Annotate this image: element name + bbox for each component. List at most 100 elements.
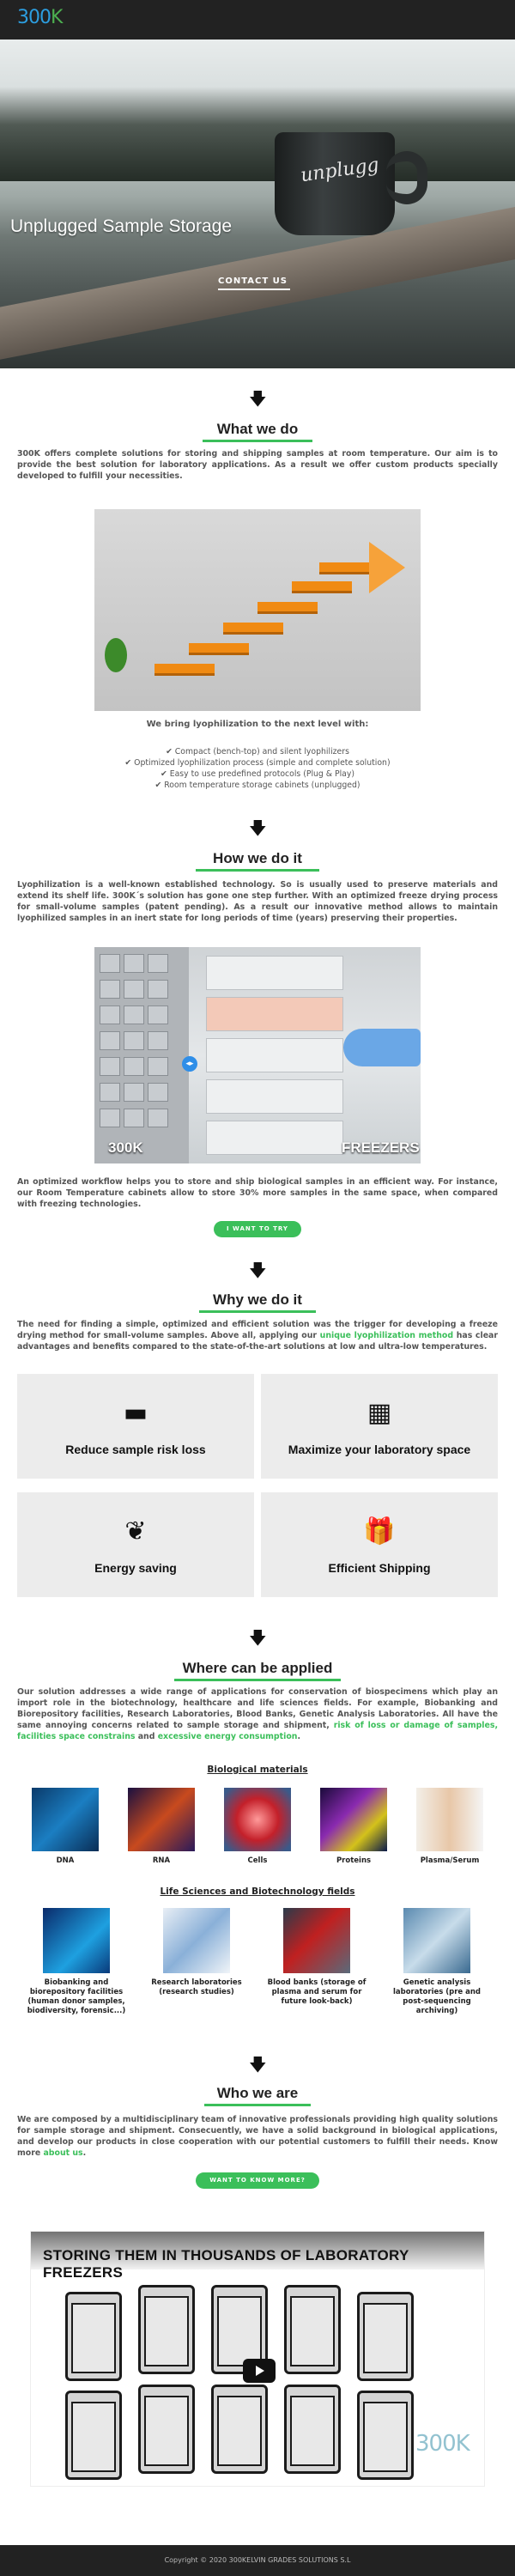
- cabinet-drawer: [100, 1031, 120, 1050]
- cabinet-drawer: [100, 1083, 120, 1102]
- cabinet-drawer: [124, 980, 144, 999]
- how-we-do-it-paragraph: Lyophilization is a well-known establish…: [17, 880, 498, 923]
- field-caption: Blood banks (storage of plasma and serum…: [267, 1978, 367, 2006]
- cabinet-drawer: [148, 1005, 168, 1024]
- logo-text-k: K: [51, 7, 63, 28]
- heading-underline: [199, 1310, 316, 1313]
- cabinet-drawer: [148, 1083, 168, 1102]
- freezer-box: [206, 997, 343, 1031]
- site-logo[interactable]: 300K: [17, 7, 63, 28]
- logo-text-3: 3: [17, 7, 29, 28]
- arrow-down-icon: 🡇: [249, 388, 267, 409]
- field-caption: Biobanking and biorepository facilities …: [27, 1978, 126, 2015]
- i-want-to-try-button[interactable]: I WANT TO TRY: [214, 1221, 301, 1237]
- material-tile: DNA: [27, 1788, 103, 1866]
- field-tile: Research laboratories (research studies): [142, 1908, 251, 1997]
- freezer-box: [206, 1038, 343, 1072]
- archive-box-icon: ▬: [123, 1398, 148, 1428]
- what-we-do-heading: What we do: [216, 421, 299, 437]
- material-caption: Cells: [247, 1856, 268, 1865]
- video-watermark-logo: 300K: [415, 2431, 470, 2457]
- how-we-do-it-heading: How we do it: [213, 850, 302, 866]
- video-title[interactable]: STORING THEM IN THOUSANDS OF LABORATORY …: [43, 2247, 484, 2281]
- heading-underline: [204, 2104, 311, 2106]
- freezer-illustration: [284, 2285, 341, 2374]
- field-caption: Research laboratories (research studies): [151, 1978, 242, 1996]
- genetic-analysis-image: [403, 1908, 470, 1973]
- heading-underline: [196, 869, 319, 872]
- freezer-box: [206, 1079, 343, 1114]
- embedded-video[interactable]: STORING THEM IN THOUSANDS OF LABORATORY …: [30, 2231, 485, 2487]
- field-tile: Genetic analysis laboratories (pre and p…: [383, 1908, 491, 2016]
- material-tile: Proteins: [316, 1788, 391, 1866]
- want-to-know-more-button[interactable]: WANT TO KNOW MORE?: [196, 2172, 319, 2189]
- field-tile: Biobanking and biorepository facilities …: [22, 1908, 130, 2016]
- hero-forest-background: [0, 87, 515, 181]
- contact-us-button[interactable]: CONTACT US: [218, 276, 288, 286]
- contact-us-underline: [218, 289, 290, 290]
- cabinet-drawer: [100, 980, 120, 999]
- field-caption: Genetic analysis laboratories (pre and p…: [392, 1978, 482, 2015]
- freezer-illustration: [65, 2391, 122, 2480]
- material-caption: RNA: [152, 1856, 171, 1865]
- cabinet-drawer: [124, 1083, 144, 1102]
- benefit-card-label: Reduce sample risk loss: [65, 1443, 206, 1456]
- freezer-box: [206, 956, 343, 990]
- stair-step: [258, 602, 318, 614]
- freezer-illustration: [357, 2391, 414, 2480]
- arrow-down-icon: 🡇: [249, 817, 267, 838]
- material-tile: Plasma/Serum: [412, 1788, 488, 1866]
- logo-text-00: 00: [28, 7, 52, 28]
- cabinet-drawer: [100, 954, 120, 973]
- hero-mug-handle: [386, 151, 427, 204]
- play-button-icon[interactable]: [243, 2359, 276, 2383]
- freezer-illustration: [138, 2385, 195, 2474]
- cabinet-drawer: [148, 980, 168, 999]
- dna-image: [32, 1788, 99, 1851]
- copyright-text: Copyright © 2020 300KELVIN GRADES SOLUTI…: [164, 2556, 351, 2564]
- arrow-down-icon: 🡇: [249, 2054, 267, 2075]
- stair-step: [189, 643, 249, 655]
- cabinet-drawer: [100, 1109, 120, 1127]
- stair-step: [154, 664, 215, 676]
- feature-check-item: ✔ Easy to use predefined protocols (Plug…: [160, 769, 354, 779]
- who-we-are-heading: Who we are: [216, 2085, 299, 2101]
- feature-check-item: ✔ Compact (bench-top) and silent lyophil…: [166, 747, 349, 756]
- cabinet-image: [94, 947, 189, 1163]
- cabinet-drawer: [124, 1031, 144, 1050]
- cabinet-drawer: [100, 1005, 120, 1024]
- blood-bank-image: [283, 1908, 350, 1973]
- unique-method-link[interactable]: unique lyophilization method: [320, 1331, 453, 1340]
- top-navbar: 300K: [0, 0, 515, 39]
- building-icon: ▦: [367, 1398, 392, 1428]
- slider-handle-icon[interactable]: ◂▸: [182, 1056, 197, 1072]
- about-us-link[interactable]: about us: [43, 2148, 82, 2158]
- footer: Copyright © 2020 300KELVIN GRADES SOLUTI…: [0, 2545, 515, 2576]
- why-we-do-it-heading: Why we do it: [213, 1291, 302, 1308]
- comparison-label-left: 300K: [108, 1139, 143, 1156]
- benefit-card: ▦ Maximize your laboratory space: [261, 1374, 498, 1479]
- field-tile: Blood banks (storage of plasma and serum…: [263, 1908, 371, 2007]
- hero-mug-image: [275, 132, 395, 235]
- before-after-comparison-slider[interactable]: 300K FREEZERS ◂▸: [94, 947, 421, 1163]
- freezer-illustration: [357, 2292, 414, 2381]
- who-we-are-paragraph: We are composed by a multidisciplinary t…: [17, 2115, 498, 2158]
- material-tile: Cells: [220, 1788, 295, 1866]
- cabinet-drawer: [124, 954, 144, 973]
- proteins-image: [320, 1788, 387, 1851]
- biobanking-image: [43, 1908, 110, 1973]
- stair-step: [292, 581, 352, 593]
- heading-underline: [203, 440, 312, 442]
- material-caption: Proteins: [336, 1856, 372, 1865]
- life-sciences-heading: Life Sciences and Biotechnology fields: [160, 1886, 355, 1897]
- where-applied-heading: Where can be applied: [182, 1660, 333, 1676]
- cabinet-drawer: [148, 1109, 168, 1127]
- benefit-card: ❦ Energy saving: [17, 1492, 254, 1597]
- gift-icon: 🎁: [363, 1516, 396, 1546]
- biological-materials-heading: Biological materials: [207, 1765, 308, 1775]
- benefit-card: 🎁 Efficient Shipping: [261, 1492, 498, 1597]
- workflow-paragraph: An optimized workflow helps you to store…: [17, 1177, 498, 1209]
- freezer-box: [206, 1121, 343, 1155]
- benefit-card: ▬ Reduce sample risk loss: [17, 1374, 254, 1479]
- potted-plant: [105, 638, 127, 672]
